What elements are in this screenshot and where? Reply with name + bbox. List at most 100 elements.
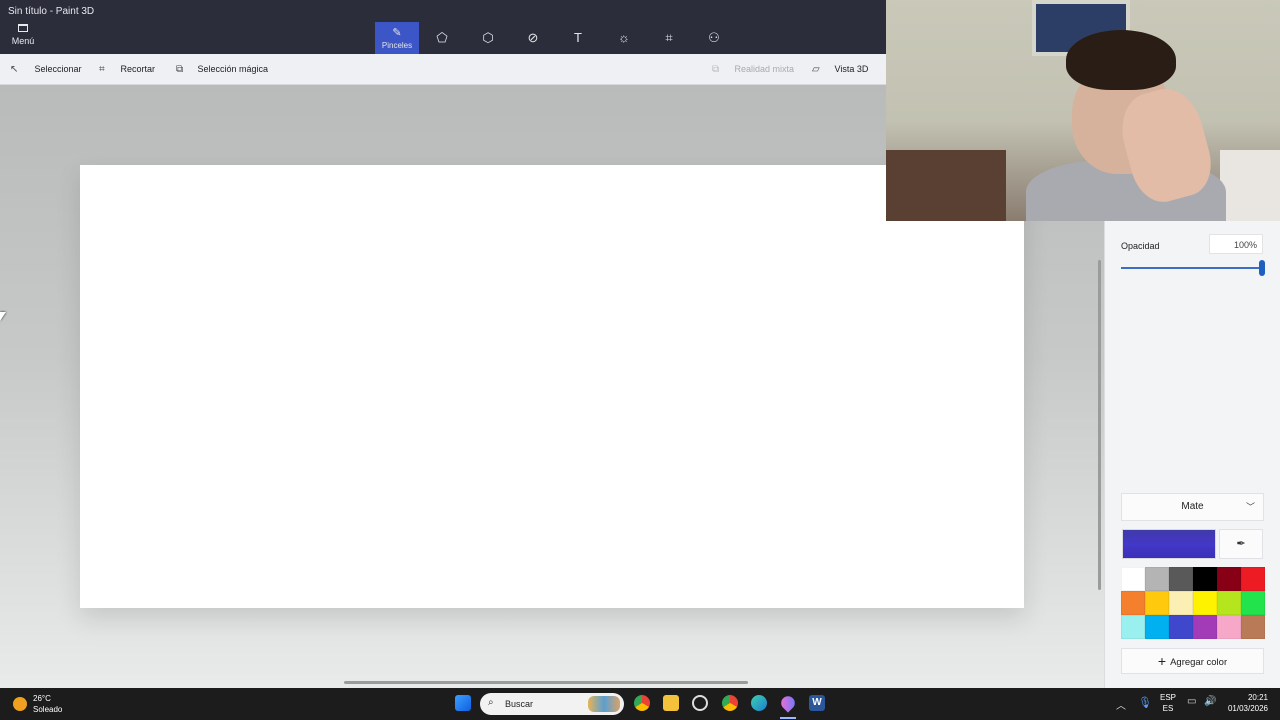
2d-shapes-icon: ⬠ [436,30,448,45]
taskbar-search[interactable]: ⌕ Buscar [480,693,624,715]
person-hair [1066,30,1176,90]
color-swatch[interactable] [1217,591,1241,615]
brush-icon: ✎ [392,27,402,39]
clock-time: 20:21 [1247,693,1268,702]
drawing-canvas[interactable] [80,165,1024,608]
text-icon: T [574,30,582,45]
file-explorer-icon[interactable] [663,695,679,711]
taskbar: 26°C Soleado ⌕ Buscar W ︿ 🎙 ESP ES ▭ 🔊 2… [0,688,1280,720]
brushes-tool[interactable]: ✎ Pinceles [375,22,419,54]
opacity-input[interactable]: 100% [1209,234,1263,254]
edge-icon[interactable] [751,695,767,711]
view-3d-icon: ▱ [812,64,820,75]
microphone-icon[interactable]: 🎙 [1138,696,1152,709]
windows-start-icon[interactable] [455,695,471,711]
current-color-swatch[interactable] [1122,529,1216,559]
color-swatch[interactable] [1193,567,1217,591]
background-furniture [886,150,1006,221]
view-3d-label: Vista 3D [834,64,869,74]
color-swatch[interactable] [1121,567,1145,591]
color-swatch[interactable] [1193,615,1217,639]
opacity-slider-thumb[interactable] [1259,260,1265,276]
color-swatch[interactable] [1241,615,1265,639]
active-app-indicator [780,717,796,719]
stickers-tool[interactable]: ⊘ [511,22,555,54]
view-3d-button[interactable]: ▱ Vista 3D [812,54,868,85]
crop-button[interactable]: ⌗ Recortar [99,54,155,85]
add-color-button[interactable]: + Agregar color [1121,648,1264,674]
color-swatch[interactable] [1241,591,1265,615]
crop-label: Recortar [120,64,156,74]
mixed-reality-button[interactable]: ⧉ Realidad mixta [712,54,794,85]
select-button[interactable]: ↖ Seleccionar [10,54,82,85]
add-color-label: Agregar color [1170,657,1228,668]
3d-shapes-tool[interactable]: ⬡ [466,22,510,54]
opacity-slider-track[interactable] [1121,267,1263,269]
eyedropper-icon: ✒ [1236,538,1246,550]
chevron-down-icon: ﹀ [1245,502,1255,512]
select-label: Seleccionar [34,64,82,74]
sun-icon: ☼ [618,30,630,45]
3d-library-tool[interactable]: ⚇ [692,22,736,54]
crop-icon: ⌗ [99,64,105,75]
horizontal-scrollbar[interactable] [344,681,748,684]
weather-condition[interactable]: Soleado [33,705,62,714]
color-swatch[interactable] [1145,591,1169,615]
magic-select-button[interactable]: ⧉ Selección mágica [176,54,268,85]
folder-icon [18,24,28,32]
color-swatch[interactable] [1121,615,1145,639]
color-swatch[interactable] [1217,615,1241,639]
effects-tool[interactable]: ☼ [602,22,646,54]
sticker-icon: ⊘ [527,30,539,45]
color-swatch[interactable] [1169,591,1193,615]
mixed-reality-label: Realidad mixta [734,64,795,74]
plus-icon: + [1157,653,1167,669]
command-bar: ↖ Seleccionar ⌗ Recortar ⧉ Selección mág… [0,54,886,85]
color-swatch[interactable] [1145,567,1169,591]
menu-button[interactable]: Menú [8,24,38,50]
sun-weather-icon[interactable] [13,697,27,711]
weather-temperature[interactable]: 26°C [33,694,51,703]
keyboard-layout: ES [1162,704,1174,713]
webcam-person [1026,30,1226,221]
canvas-tool[interactable]: ⌗ [647,22,691,54]
window-title: Sin título - Paint 3D [8,6,95,17]
finish-value: Mate [1181,501,1204,512]
word-icon[interactable]: W [809,695,825,711]
search-icon: ⌕ [488,697,494,708]
cursor-select-icon: ↖ [10,64,19,75]
eyedropper-button[interactable]: ✒ [1219,529,1263,559]
search-label: Buscar [505,699,534,709]
color-swatch[interactable] [1121,591,1145,615]
paint-3d-icon[interactable] [778,693,798,713]
app-circle-icon[interactable] [692,695,708,711]
color-swatch[interactable] [1169,567,1193,591]
language-code: ESP [1160,693,1177,702]
text-tool[interactable]: T [556,22,600,54]
color-swatch[interactable] [1193,591,1217,615]
magic-select-icon: ⧉ [176,64,184,75]
vertical-scrollbar[interactable] [1098,260,1101,590]
network-icon[interactable]: ▭ [1187,696,1196,707]
color-swatch[interactable] [1241,567,1265,591]
color-swatch[interactable] [1169,615,1193,639]
language-indicator[interactable]: ESP ES [1160,693,1176,713]
background-pillow [1220,150,1280,221]
search-highlight-image [588,696,620,712]
color-swatch[interactable] [1217,567,1241,591]
color-swatch[interactable] [1145,615,1169,639]
2d-shapes-tool[interactable]: ⬠ [420,22,464,54]
mouse-pointer-icon [0,312,6,321]
mixed-reality-icon: ⧉ [712,64,720,75]
clock[interactable]: 20:21 01/03/2026 [1222,693,1268,713]
magic-select-label: Selección mágica [197,64,269,74]
3d-library-icon: ⚇ [708,30,720,45]
chevron-up-icon[interactable]: ︿ [1116,697,1126,712]
chrome-profile-icon[interactable] [722,695,738,711]
brushes-tool-label: Pinceles [381,41,413,50]
crop-canvas-icon: ⌗ [665,30,673,45]
chrome-icon[interactable] [634,695,650,711]
volume-icon[interactable]: 🔊 [1204,696,1216,707]
finish-dropdown[interactable]: Mate ﹀ [1121,493,1264,521]
3d-cube-icon: ⬡ [482,30,494,45]
